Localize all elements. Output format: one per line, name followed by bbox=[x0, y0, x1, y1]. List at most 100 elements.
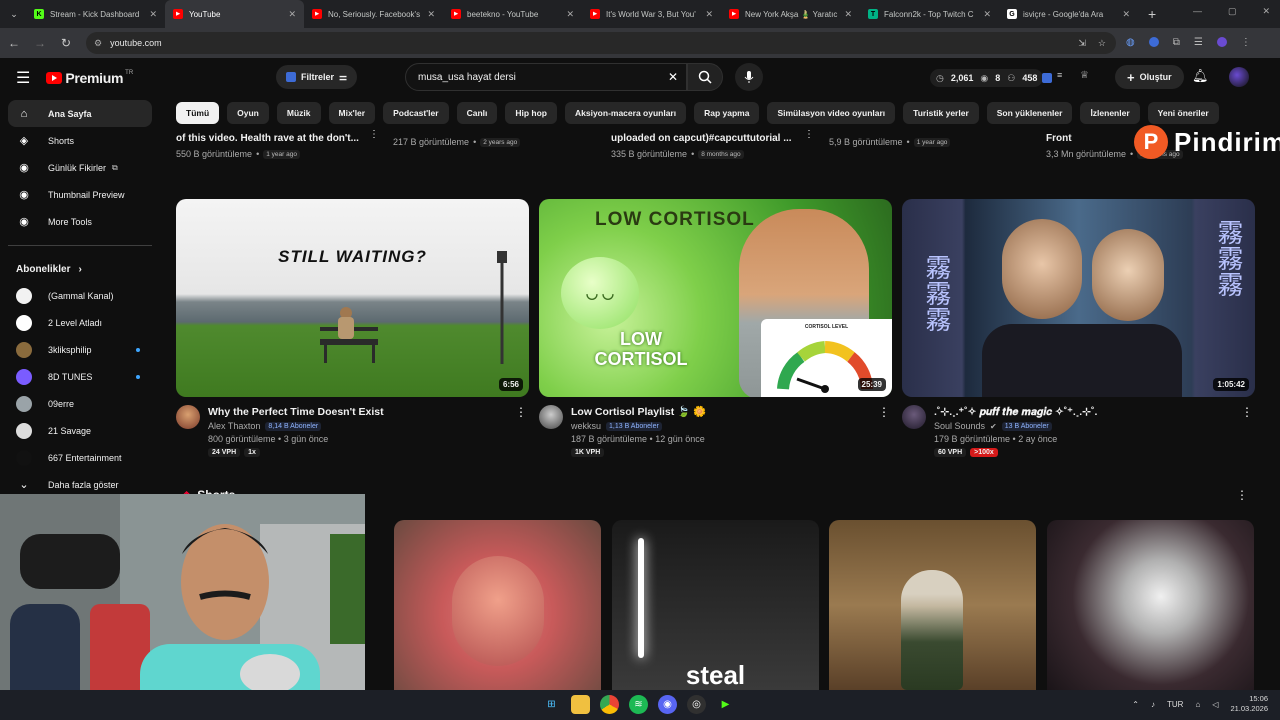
prev-video[interactable]: 217 B görüntüleme • 2 years ago bbox=[393, 133, 521, 147]
channel-avatar[interactable] bbox=[539, 405, 563, 429]
search-button[interactable] bbox=[687, 63, 723, 91]
menu-icon[interactable]: ⋮ bbox=[1241, 37, 1251, 50]
video-card[interactable]: STILL WAITING? 6:56 Why the Perfect Time… bbox=[176, 199, 529, 457]
spotify-icon[interactable]: ≋ bbox=[629, 695, 648, 714]
clock[interactable]: 15:06 21.03.2026 bbox=[1230, 694, 1268, 714]
close-tab-icon[interactable]: ✕ bbox=[566, 9, 574, 20]
close-tab-icon[interactable]: ✕ bbox=[288, 9, 296, 20]
clear-search-icon[interactable]: ✕ bbox=[668, 70, 678, 84]
channel-name[interactable]: Soul Sounds bbox=[934, 421, 985, 431]
tab-search-button[interactable]: ⌄ bbox=[2, 9, 26, 20]
video-card[interactable]: 霧霧霧 霧霧霧 1:05:42 .˚⊹.˳.⁺˚✧ 𝒑𝒖𝒇𝒇 𝒕𝒉𝒆 𝒎𝒂𝒈𝒊𝒄… bbox=[902, 199, 1255, 457]
subscription-item[interactable]: 3kliksphilip bbox=[8, 336, 152, 363]
browser-tab[interactable]: Gisviçre - Google'da Ara ✕ bbox=[999, 0, 1138, 28]
filter-chip[interactable]: Rap yapma bbox=[694, 102, 760, 124]
filter-chip[interactable]: Canlı bbox=[456, 102, 498, 124]
close-tab-icon[interactable]: ✕ bbox=[1122, 9, 1130, 20]
filter-chip[interactable]: Simülasyon video oyunları bbox=[767, 102, 896, 124]
reading-list-icon[interactable]: ☰ bbox=[1194, 37, 1203, 50]
filter-chip[interactable]: Yeni öneriler bbox=[1147, 102, 1219, 124]
video-thumbnail[interactable]: STILL WAITING? 6:56 bbox=[176, 199, 529, 397]
short-card[interactable] bbox=[829, 520, 1036, 690]
bookmark-star-icon[interactable]: ☆ bbox=[1098, 38, 1106, 49]
channel-name[interactable]: Alex Thaxton bbox=[208, 421, 260, 431]
prev-video[interactable]: 5,9 B görüntüleme • 1 year ago bbox=[829, 133, 951, 147]
hamburger-menu-icon[interactable]: ☰ bbox=[16, 68, 30, 88]
subscription-item[interactable]: 8D TUNES bbox=[8, 363, 152, 390]
filter-chip[interactable]: Müzik bbox=[276, 102, 321, 124]
url-bar[interactable]: ⚙ youtube.com ⇲ ☆ bbox=[86, 32, 1116, 54]
more-options-icon[interactable]: ⋮ bbox=[878, 405, 890, 419]
forward-icon[interactable]: → bbox=[28, 36, 52, 50]
sidebar-item[interactable]: ◉ Thumbnail Preview bbox=[8, 181, 152, 208]
more-options-icon[interactable]: ⋮ bbox=[1236, 488, 1248, 502]
create-button[interactable]: + Oluştur bbox=[1115, 65, 1184, 89]
short-card[interactable] bbox=[1047, 520, 1254, 690]
youtube-logo[interactable]: Premium TR bbox=[46, 70, 133, 86]
video-thumbnail[interactable]: LOW CORTISOL ◡ ◡ LOW CORTISOL CORTISOL L… bbox=[539, 199, 892, 397]
sidebar-item[interactable]: ⌂ Ana Sayfa bbox=[8, 100, 152, 127]
more-options-icon[interactable]: ⋮ bbox=[804, 129, 814, 140]
browser-tab[interactable]: ▶ It's World War 3, But You' ✕ bbox=[582, 0, 721, 28]
list-icon[interactable]: ≡ bbox=[1057, 70, 1062, 80]
extension-icon[interactable]: ◍ bbox=[1126, 37, 1135, 50]
more-options-icon[interactable]: ⋮ bbox=[369, 129, 379, 140]
volume-icon[interactable]: ◁ bbox=[1212, 700, 1218, 709]
prev-video[interactable]: of this video. Health rave at the don't.… bbox=[176, 133, 359, 159]
browser-tab[interactable]: ▶ New York Akşa 🎍 Yaratıc ✕ bbox=[721, 0, 860, 28]
close-tab-icon[interactable]: ✕ bbox=[983, 9, 991, 20]
prev-video[interactable]: uploaded on capcut)#capcuttutorial ... 3… bbox=[611, 133, 792, 159]
minimize-icon[interactable]: — bbox=[1193, 6, 1202, 17]
browser-tab[interactable]: ▶ No, Seriously. Facebook's ✕ bbox=[304, 0, 443, 28]
voice-search-button[interactable] bbox=[735, 63, 763, 91]
browser-tab[interactable]: ▶ beetekno - YouTube ✕ bbox=[443, 0, 582, 28]
account-avatar[interactable] bbox=[1229, 67, 1249, 87]
more-options-icon[interactable]: ⋮ bbox=[1241, 405, 1253, 419]
subscriptions-heading[interactable]: Abonelikler › bbox=[0, 256, 160, 282]
maximize-icon[interactable]: ▢ bbox=[1228, 6, 1237, 17]
close-window-icon[interactable]: ✕ bbox=[1262, 6, 1270, 17]
close-tab-icon[interactable]: ✕ bbox=[149, 9, 157, 20]
subscription-item[interactable]: 667 Entertainment bbox=[8, 444, 152, 471]
chevron-up-icon[interactable]: ⌃ bbox=[1132, 700, 1139, 709]
filter-chip[interactable]: İzlenenler bbox=[1080, 102, 1140, 124]
trophy-icon[interactable]: ♕ bbox=[1080, 70, 1089, 81]
obs-icon[interactable]: ◎ bbox=[687, 695, 706, 714]
filter-chip[interactable]: Oyun bbox=[227, 102, 269, 124]
close-tab-icon[interactable]: ✕ bbox=[844, 9, 852, 20]
browser-tab[interactable]: T Falconn2k - Top Twitch C ✕ bbox=[860, 0, 999, 28]
filter-chip[interactable]: Aksiyon-macera oyunları bbox=[565, 102, 687, 124]
subscription-item[interactable]: (Gammal Kanal) bbox=[8, 282, 152, 309]
site-info-icon[interactable]: ⚙ bbox=[94, 38, 102, 49]
microphone-tray-icon[interactable]: ♪ bbox=[1151, 700, 1155, 709]
language-indicator[interactable]: TUR bbox=[1167, 700, 1183, 709]
kick-icon[interactable]: ▶ bbox=[716, 695, 735, 714]
notifications-bell-icon[interactable]: 🔔︎ bbox=[1192, 68, 1209, 84]
windows-start-icon[interactable]: ⊞ bbox=[542, 695, 561, 714]
file-explorer-icon[interactable] bbox=[571, 695, 590, 714]
install-icon[interactable]: ⇲ bbox=[1078, 38, 1086, 49]
discord-icon[interactable]: ◉ bbox=[658, 695, 677, 714]
reload-icon[interactable]: ↻ bbox=[54, 36, 78, 50]
short-card[interactable] bbox=[394, 520, 601, 690]
video-title[interactable]: Low Cortisol Playlist 🍃 🌼 bbox=[571, 405, 706, 419]
video-title[interactable]: Why the Perfect Time Doesn't Exist bbox=[208, 405, 384, 419]
subscription-item[interactable]: 09erre bbox=[8, 390, 152, 417]
profile-avatar[interactable] bbox=[1216, 36, 1227, 50]
filter-chip[interactable]: Turistik yerler bbox=[903, 102, 979, 124]
close-tab-icon[interactable]: ✕ bbox=[427, 9, 435, 20]
new-tab-button[interactable]: + bbox=[1138, 6, 1166, 22]
subscription-item[interactable]: 21 Savage bbox=[8, 417, 152, 444]
channel-avatar[interactable] bbox=[176, 405, 200, 429]
search-input[interactable]: musa_usa hayat dersi ✕ bbox=[405, 63, 687, 91]
puzzle-icon[interactable]: ⧉ bbox=[1173, 37, 1180, 50]
filter-chip[interactable]: Hip hop bbox=[505, 102, 557, 124]
subscription-item[interactable]: 2 Level Atladı bbox=[8, 309, 152, 336]
network-icon[interactable]: ⌂ bbox=[1195, 700, 1200, 709]
extension-badge-icon[interactable] bbox=[1042, 73, 1052, 83]
video-title[interactable]: .˚⊹.˳.⁺˚✧ 𝒑𝒖𝒇𝒇 𝒕𝒉𝒆 𝒎𝒂𝒈𝒊𝒄 ✧˚⁺.˳.⊹˚. bbox=[934, 405, 1097, 419]
channel-avatar[interactable] bbox=[902, 405, 926, 429]
extension-stats[interactable]: ◷ 2,061 ◉ 8 ⚇ 458 bbox=[930, 69, 1044, 87]
browser-tab[interactable]: K Stream - Kick Dashboard ✕ bbox=[26, 0, 165, 28]
extension-icon[interactable] bbox=[1148, 36, 1159, 50]
